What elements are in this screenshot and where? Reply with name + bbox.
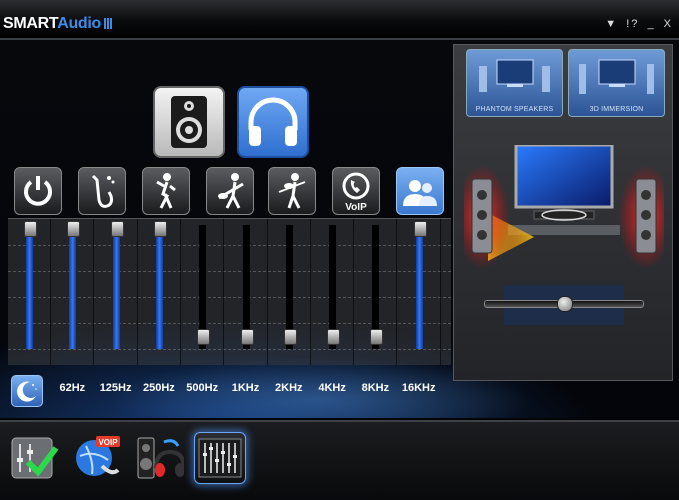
preset-rock-button[interactable]: [206, 167, 254, 215]
eq-frequency-label: 125Hz: [99, 382, 132, 394]
eq-slider-fill: [26, 231, 33, 349]
voip-tab-label: VOIP: [98, 438, 118, 447]
eq-slider-thumb[interactable]: [24, 221, 37, 237]
3d-immersion-button[interactable]: 3D IMMERSION: [568, 49, 665, 117]
eq-frequency-label: 500Hz: [186, 382, 219, 394]
eq-slider-fill: [155, 231, 163, 349]
eq-band-8khz: [354, 219, 398, 365]
speaker-output-button[interactable]: [153, 86, 225, 158]
window-controls: ▼ !? _ X: [602, 18, 673, 30]
saxophone-icon: [91, 174, 115, 208]
eq-slider-fill: [415, 231, 423, 349]
settings-check-icon: [11, 437, 59, 479]
eq-slider-thumb[interactable]: [370, 329, 384, 345]
eq-slider-track[interactable]: [26, 225, 33, 349]
eq-slider-track[interactable]: [155, 225, 163, 349]
eq-slider-thumb[interactable]: [153, 221, 167, 237]
preset-power-button[interactable]: [14, 167, 62, 215]
speaker-icon: [171, 96, 207, 148]
menu-dropdown-button[interactable]: ▼: [605, 18, 618, 30]
eq-slider-thumb[interactable]: [67, 221, 81, 237]
voip-globe-icon: VOIP: [76, 436, 120, 476]
eq-frequency-label: 2KHz: [275, 382, 303, 394]
eq-band-31hz: [8, 219, 51, 365]
users-icon: [403, 180, 437, 206]
phantom-speakers-button[interactable]: PHANTOM SPEAKERS: [466, 49, 563, 117]
eq-frequency-label: 250Hz: [142, 382, 175, 394]
3d-immersion-label: 3D IMMERSION: [589, 106, 644, 113]
eq-slider-track[interactable]: [415, 225, 423, 349]
help-button[interactable]: !?: [626, 18, 639, 30]
eq-slider-thumb[interactable]: [283, 329, 297, 345]
balance-slider[interactable]: [484, 296, 644, 312]
eq-band-2khz: [268, 219, 311, 365]
bottom-navigation-bar: VOIP: [0, 420, 679, 500]
eq-band-16khz: [398, 219, 441, 365]
close-button[interactable]: X: [664, 18, 673, 30]
eq-slider-track[interactable]: [69, 225, 77, 349]
eq-frequency-label: 62Hz: [59, 382, 86, 394]
preset-conference-button[interactable]: [396, 167, 444, 215]
tab-voip[interactable]: VOIP: [72, 432, 122, 482]
eq-band-4khz: [311, 219, 355, 365]
effects-panel: PHANTOM SPEAKERS 3D IMMERSION: [453, 44, 673, 381]
eq-slider-thumb[interactable]: [327, 329, 341, 345]
headphones-icon: [248, 97, 298, 146]
3d-immersion-icon: [579, 59, 654, 94]
tab-playback-devices[interactable]: [134, 432, 186, 482]
logo-bars-icon: [104, 16, 113, 34]
eq-band-1khz: [225, 219, 268, 365]
speaker-headphone-icon: [137, 437, 186, 479]
headphone-output-button[interactable]: [237, 86, 309, 158]
eq-band-125hz: [95, 219, 138, 365]
eq-slider-thumb[interactable]: [197, 329, 211, 345]
tab-general-settings[interactable]: [10, 432, 60, 482]
brand-audio: Audio: [57, 15, 102, 32]
eq-band-250hz: [138, 219, 181, 365]
preset-classical-button[interactable]: [268, 167, 316, 215]
eq-slider-thumb[interactable]: [240, 329, 254, 345]
preset-voip-button[interactable]: VoIP: [332, 167, 380, 215]
phantom-speakers-label: PHANTOM SPEAKERS: [475, 106, 554, 113]
tv-icon: [514, 145, 614, 209]
equalizer-panel: [8, 218, 451, 365]
smartaudio-window: SMARTAudio ▼ !? _ X VoIP 62Hz 125Hz 250H…: [0, 0, 679, 500]
voip-label: VoIP: [345, 202, 367, 213]
phantom-speakers-icon: [479, 59, 550, 92]
preset-jazz-button[interactable]: [78, 167, 126, 215]
eq-slider-fill: [112, 231, 120, 349]
singer-icon: [156, 173, 176, 209]
eq-frequency-label: 1KHz: [231, 382, 260, 394]
eq-frequency-label: 16KHz: [401, 382, 436, 394]
night-mode-button[interactable]: [11, 375, 43, 407]
eq-frequency-label: 4KHz: [318, 382, 346, 394]
tab-equalizer[interactable]: [194, 432, 246, 484]
eq-band-62hz: [51, 219, 95, 365]
balance-slider-thumb[interactable]: [557, 296, 573, 312]
eq-band-500hz: [181, 219, 225, 365]
violinist-icon: [278, 173, 306, 209]
voip-phone-icon: VoIP: [342, 172, 370, 213]
eq-slider-track[interactable]: [112, 225, 120, 349]
minimize-button[interactable]: _: [647, 18, 655, 30]
preset-vocal-button[interactable]: [142, 167, 190, 215]
guitarist-icon: [218, 173, 244, 209]
eq-frequency-label: 8KHz: [361, 382, 390, 394]
eq-slider-fill: [69, 231, 77, 349]
power-icon: [24, 176, 52, 206]
mixer-icon: [198, 438, 242, 478]
title-bar[interactable]: SMARTAudio ▼ !? _ X: [0, 0, 679, 40]
eq-slider-thumb[interactable]: [413, 221, 427, 237]
eq-slider-thumb[interactable]: [110, 221, 124, 237]
brand-smart: SMART: [3, 15, 58, 32]
app-logo: SMARTAudio: [3, 15, 113, 34]
moon-icon: [17, 381, 37, 402]
